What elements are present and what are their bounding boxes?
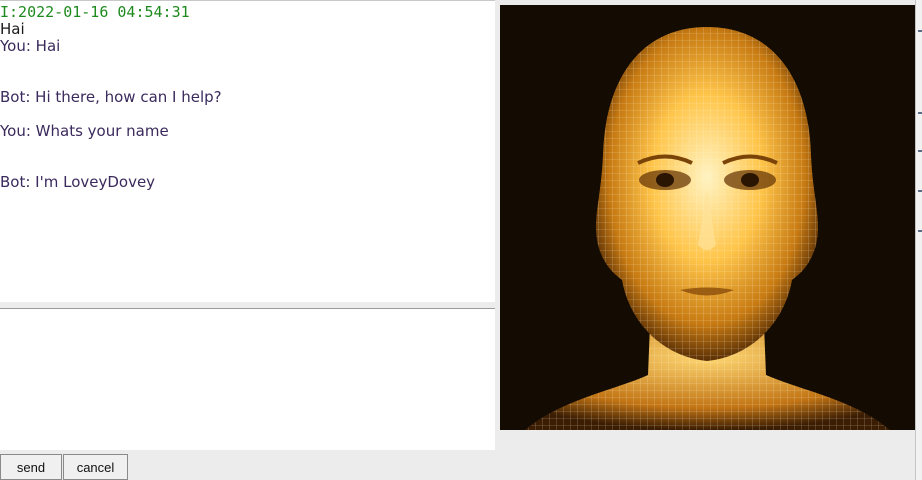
message-input-area[interactable]: [0, 308, 495, 450]
edge-mark: [918, 112, 922, 114]
wireframe-head-icon: [500, 5, 915, 430]
edge-mark: [918, 30, 922, 32]
chat-message: Hai: [0, 20, 25, 38]
edge-mark: [918, 190, 922, 192]
edge-mark: [918, 230, 922, 232]
chat-message: You: Whats your name: [0, 122, 169, 140]
send-button[interactable]: send: [0, 454, 62, 480]
edge-mark: [918, 150, 922, 152]
chat-message: Bot: I'm LoveyDovey: [0, 173, 156, 191]
button-bar: [0, 450, 922, 480]
chat-timestamp: I:2022-01-16 04:54:31: [0, 3, 190, 21]
chat-log[interactable]: I:2022-01-16 04:54:31 Hai You: Hai Bot: …: [0, 0, 495, 302]
bot-avatar: [500, 5, 915, 430]
window-edge: [915, 0, 922, 480]
chat-message: You: Hai: [0, 37, 61, 55]
message-input[interactable]: [0, 309, 495, 450]
cancel-button[interactable]: cancel: [63, 454, 128, 480]
chat-message: Bot: Hi there, how can I help?: [0, 88, 222, 106]
